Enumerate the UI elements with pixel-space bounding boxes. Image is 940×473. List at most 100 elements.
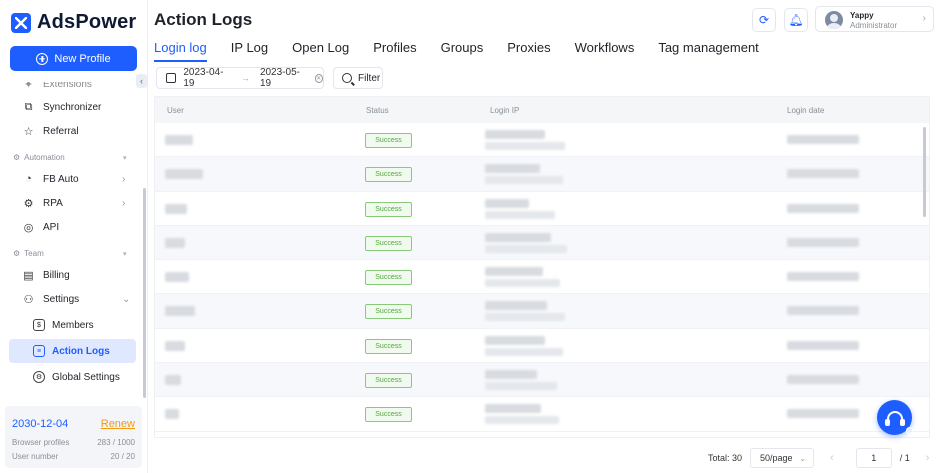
sidebar-item-billing[interactable]: ▤ Billing [22, 266, 69, 284]
chevron-left-icon: ‹ [140, 76, 143, 86]
chevron-down-icon: ▾ [123, 154, 127, 162]
redacted-login-date [787, 169, 859, 179]
redacted-login-date [787, 340, 859, 350]
sidebar-item-api[interactable]: ◎ API [22, 218, 59, 236]
user-menu[interactable]: Yappy Administrator › [815, 6, 934, 32]
new-profile-button[interactable]: New Profile [10, 46, 137, 71]
date-range-picker[interactable]: 2023-04-19 → 2023-05-19 ✕ [156, 67, 324, 89]
redacted-user [165, 135, 193, 145]
user-number-row: User number 20 / 20 [12, 452, 135, 461]
table-row[interactable]: Success [155, 363, 929, 398]
page-total: / 1 [899, 453, 910, 463]
status-badge: Success [365, 270, 412, 286]
table-row[interactable]: Success [155, 260, 929, 295]
page-number-input[interactable]: 1 [855, 448, 892, 468]
table-row[interactable]: Success [155, 225, 929, 261]
redacted-ip [485, 301, 547, 311]
redacted-ip [485, 198, 529, 208]
sidebar-scrollbar[interactable] [143, 188, 146, 398]
sidebar-item-fb-auto[interactable]: ◔ FB Auto › [22, 170, 125, 188]
bell-icon: 🔔︎ [788, 13, 804, 27]
chevron-down-icon: ▾ [123, 250, 127, 258]
adspower-logo[interactable]: AdsPower [11, 11, 136, 34]
puzzle-icon: ✦ [23, 78, 34, 91]
brand-name: AdsPower [37, 11, 137, 33]
sidebar-item-label: Action Logs [52, 345, 110, 357]
redacted-ip [485, 164, 540, 174]
sidebar-item-global-settings[interactable]: ⚙ Global Settings [33, 368, 120, 386]
redacted-ip [485, 279, 560, 288]
redacted-user [165, 375, 181, 386]
table-row[interactable]: Success [155, 157, 929, 192]
table-row[interactable]: Success [155, 192, 929, 226]
status-badge: Success [365, 407, 412, 423]
clear-icon[interactable]: ✕ [314, 73, 324, 83]
page-size-select[interactable]: 50/page ⌄ [750, 448, 815, 468]
tab-open-log[interactable]: Open Log [292, 40, 349, 61]
tab-groups[interactable]: Groups [441, 40, 484, 61]
tab-login-log[interactable]: Login log [154, 40, 207, 62]
redacted-ip [485, 244, 567, 253]
browser-profiles-row: Browser profiles 283 / 1000 [12, 438, 135, 447]
section-label: Team [24, 249, 44, 258]
table-row[interactable]: Success [155, 397, 929, 432]
sidebar-item-members[interactable]: $ Members [33, 316, 94, 334]
user-role: Administrator [850, 21, 898, 30]
plus-circle-icon [36, 52, 49, 65]
user-number-value: 20 / 20 [110, 452, 135, 461]
fb-auto-icon: ◔ [25, 173, 32, 185]
tab-proxies[interactable]: Proxies [507, 40, 550, 61]
date-end[interactable]: 2023-05-19 [260, 67, 308, 89]
table-row[interactable]: Success [155, 329, 929, 364]
prev-page-button[interactable]: ‹ [830, 452, 834, 464]
team-icon: ⚙ [13, 249, 21, 258]
status-badge: Success [365, 373, 412, 389]
next-page-button[interactable]: › [926, 452, 930, 464]
redacted-ip [485, 335, 545, 345]
user-name: Yappy [850, 11, 874, 20]
table-row[interactable]: Success [155, 123, 929, 158]
chevron-right-icon: › [122, 197, 126, 209]
section-automation[interactable]: ⚙ Automation ▾ [13, 153, 127, 162]
sync-status-button[interactable]: ⟳ [752, 8, 776, 32]
filter-button[interactable]: Filter [333, 67, 383, 89]
section-team[interactable]: ⚙ Team ▾ [13, 249, 127, 258]
renew-link[interactable]: Renew [101, 418, 135, 430]
collapse-sidebar-button[interactable]: ‹ [136, 74, 147, 88]
sidebar-item-label: Referral [43, 125, 79, 137]
sidebar-item-label: Global Settings [52, 371, 120, 383]
sidebar-item-referral[interactable]: ☆ Referral [22, 122, 79, 140]
log-tabs: Login log IP Log Open Log Profiles Group… [154, 40, 783, 62]
column-status: Status [366, 106, 389, 115]
table-body: Success Success Success Success Success Succe… [155, 123, 929, 432]
redacted-login-date [787, 272, 859, 282]
new-profile-label: New Profile [54, 52, 111, 65]
tab-profiles[interactable]: Profiles [373, 40, 416, 61]
support-chat-button[interactable] [877, 400, 913, 435]
star-icon: ☆ [23, 125, 34, 138]
notifications-button[interactable]: 🔔︎ [784, 8, 808, 32]
sidebar-item-rpa[interactable]: ⚙ RPA › [22, 194, 126, 212]
redacted-ip [485, 130, 545, 139]
date-start[interactable]: 2023-04-19 [183, 67, 231, 89]
redacted-ip [485, 176, 563, 185]
headset-icon [884, 411, 905, 426]
arrow-right-icon: → [240, 73, 250, 83]
sidebar-item-settings[interactable]: ⚇ Settings ⌄ [22, 290, 131, 308]
status-badge: Success [365, 235, 412, 251]
sidebar-item-synchronizer[interactable]: ⧉ Synchronizer [22, 98, 102, 116]
sidebar-item-action-logs[interactable]: ≡ Action Logs [33, 342, 110, 360]
tab-tag-management[interactable]: Tag management [658, 40, 758, 61]
redacted-ip [485, 142, 565, 150]
redacted-ip [485, 313, 565, 322]
redacted-ip [485, 232, 551, 242]
tab-ip-log[interactable]: IP Log [231, 40, 268, 61]
sidebar-item-extensions[interactable]: ✦ Extensions [22, 78, 92, 93]
redacted-user [165, 237, 185, 248]
page-size-value: 50/page [760, 453, 793, 463]
redacted-user [165, 169, 203, 180]
table-scrollbar[interactable] [923, 127, 926, 217]
avatar [825, 11, 843, 29]
tab-workflows[interactable]: Workflows [575, 40, 635, 61]
table-row[interactable]: Success [155, 294, 929, 329]
